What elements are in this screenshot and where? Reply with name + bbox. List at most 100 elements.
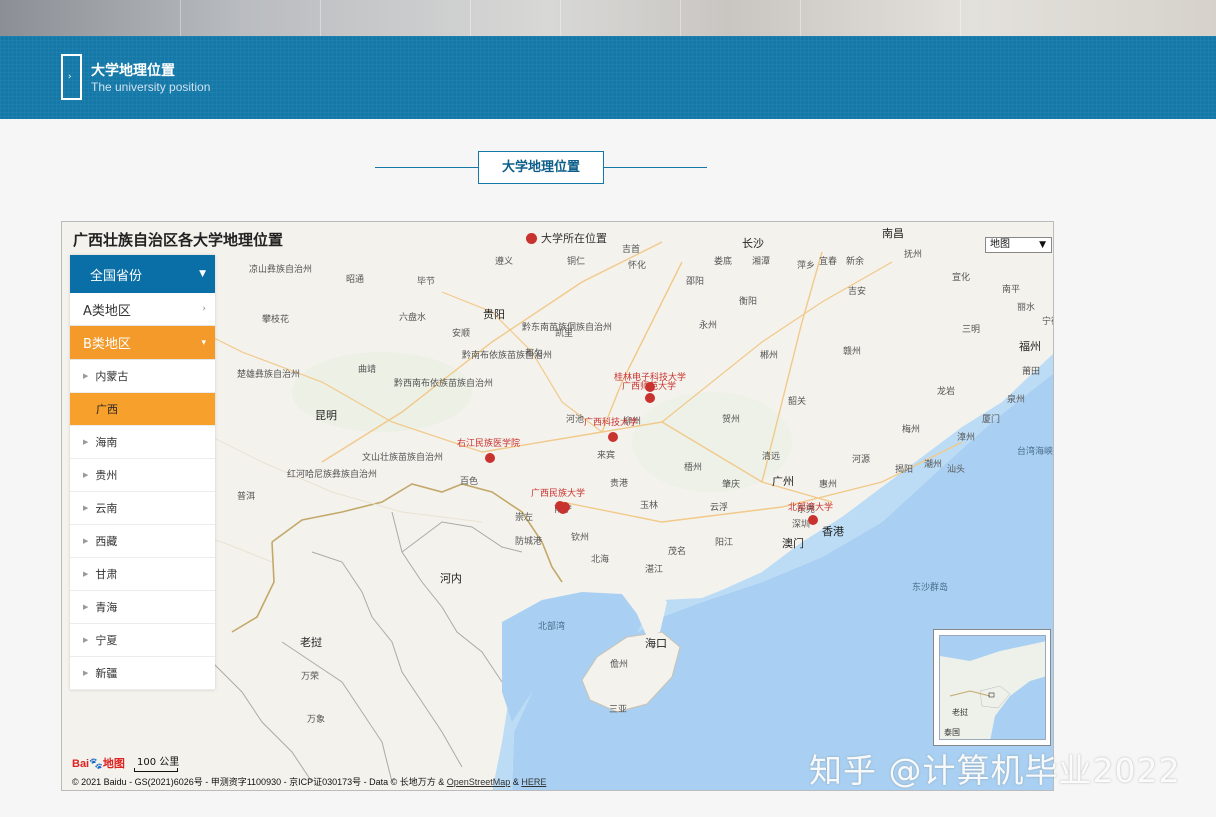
place-label: 龙岩 [937,385,955,397]
place-label: 黔东南苗族侗族自治州 [522,321,612,333]
dropdown-caret-icon: ▼ [1039,240,1046,250]
province-list: ▶ 内蒙古 广西 ▶ 海南 ▶ 贵州 ▶ 云南 ▶ 西藏 ▶ 甘肃 ▶ 青海 ▶ 宁夏 ▶ 新疆 [70,360,215,690]
place-label: 毕节 [417,275,435,287]
province-item[interactable]: ▶ 宁夏 [70,624,215,657]
triangle-right-icon: ▶ [83,570,89,578]
place-label: 崇左 [515,511,533,523]
province-item[interactable]: ▶ 新疆 [70,657,215,690]
place-label: 三亚 [609,704,627,715]
map-type-select[interactable]: 地图 ▼ [985,237,1052,253]
place-label: 潮州 [924,458,942,470]
map-legend[interactable]: 大学所在位置 [526,230,607,246]
place-label: 东沙群岛 [912,581,948,593]
place-label: 南平 [1002,283,1020,295]
place-label: 百色 [460,475,478,487]
place-label: 丽水 [1017,301,1035,313]
university-marker[interactable] [645,393,655,403]
province-item[interactable]: ▶ 海南 [70,426,215,459]
place-label: 北海 [591,553,609,565]
university-marker-label: 广西师范大学 [622,380,676,392]
university-marker[interactable] [558,504,568,514]
place-label: 昭通 [346,274,364,285]
province-item[interactable]: ▶ 贵州 [70,459,215,492]
place-label: 吉首 [622,243,640,255]
place-label: 云浮 [710,501,728,513]
place-label: 攀枝花 [262,313,289,325]
province-item[interactable]: ▶ 内蒙古 [70,360,215,393]
university-marker[interactable] [608,432,618,442]
place-label: 韶关 [788,395,806,407]
triangle-right-icon: ▶ [83,372,89,380]
chevron-right-icon: › [202,304,206,314]
here-link[interactable]: HERE [521,777,546,787]
place-label: 宁德 [1042,315,1054,327]
place-label: 吉安 [848,285,866,297]
menu-category-b[interactable]: B类地区 ▾ [70,326,215,360]
place-label: 莆田 [1022,365,1040,377]
place-label: 安顺 [452,327,470,339]
baidu-logo[interactable]: Bai🐾地图 [72,755,125,771]
place-label: 梅州 [902,423,920,435]
province-item[interactable]: ▶ 甘肃 [70,558,215,591]
page-banner: › 大学地理位置 The university position [0,36,1216,119]
place-label: 万荣 [301,670,319,682]
place-label: 新余 [846,255,864,267]
overview-label-thailand: 泰国 [944,728,960,737]
place-label: 万象 [307,713,325,725]
place-label: 黔西南布依族苗族自治州 [394,377,493,389]
province-item[interactable]: ▶ 西藏 [70,525,215,558]
openstreetmap-link[interactable]: OpenStreetMap [447,777,511,787]
place-label: 福州 [1019,339,1041,353]
place-label: 文山壮族苗族自治州 [362,451,443,463]
place-label: 梧州 [684,461,702,473]
place-label: 南昌 [882,227,904,240]
watermark: 知乎 @计算机毕业2022 [809,751,1181,790]
province-item[interactable]: ▶ 云南 [70,492,215,525]
province-item[interactable]: 广西 [70,393,215,426]
place-label: 惠州 [819,478,837,490]
place-label: 长沙 [742,237,764,250]
university-marker-label: 北部湾大学 [788,501,833,513]
place-label: 衡阳 [739,295,757,307]
place-label: 清远 [762,450,780,462]
place-label: 厦门 [982,413,1000,425]
place-label: 广州 [772,475,794,488]
overview-map[interactable]: 老挝 泰国 [933,629,1051,746]
place-label: 铜仁 [567,255,585,267]
place-label: 普洱 [237,490,255,502]
place-label: 贺州 [722,413,740,425]
place-label: 宜春 [819,255,837,267]
menu-all-provinces[interactable]: 全国省份 ▼ [70,255,215,293]
place-label: 海口 [645,636,667,650]
place-label: 阳江 [715,537,733,548]
map-scale-bar [134,768,178,772]
triangle-right-icon: ▶ [83,438,89,446]
place-label: 河内 [440,571,462,585]
menu-category-a[interactable]: A类地区 › [70,293,215,326]
university-marker[interactable] [485,453,495,463]
place-label: 漳州 [957,431,975,443]
banner-subtitle: The university position [91,80,211,94]
place-label: 玉林 [640,499,658,511]
place-label: 河池 [566,413,584,425]
place-label: 汕头 [947,464,965,475]
map-container[interactable]: 南昌 长沙 湘潭 萍乡 宜春 新余 抚州 怀化 邵阳 娄底 衡阳 吉安 遵义 铜仁 贵阳 永州 郴州 赣州 福州 莆田… [61,221,1054,791]
place-label: 泉州 [1007,393,1025,405]
triangle-right-icon: ▶ [83,504,89,512]
legend-label: 大学所在位置 [541,232,607,245]
banner-arrow-icon: › [68,72,72,82]
university-marker-label: 右江民族医学院 [457,437,520,449]
university-marker[interactable] [808,515,818,525]
place-label: 贵阳 [483,308,505,321]
place-label: 凉山彝族自治州 [249,263,312,275]
triangle-right-icon: ▶ [83,471,89,479]
place-label: 香港 [822,525,844,538]
section-divider-right [604,167,707,168]
triangle-right-icon: ▶ [83,537,89,545]
triangle-right-icon: ▶ [83,603,89,611]
place-label: 红河哈尼族彝族自治州 [287,468,377,480]
university-marker-label: 广西民族大学 [531,487,585,499]
place-label: 河源 [852,453,870,465]
province-item[interactable]: ▶ 青海 [70,591,215,624]
university-marker-label: 广西科技大学 [584,416,638,428]
